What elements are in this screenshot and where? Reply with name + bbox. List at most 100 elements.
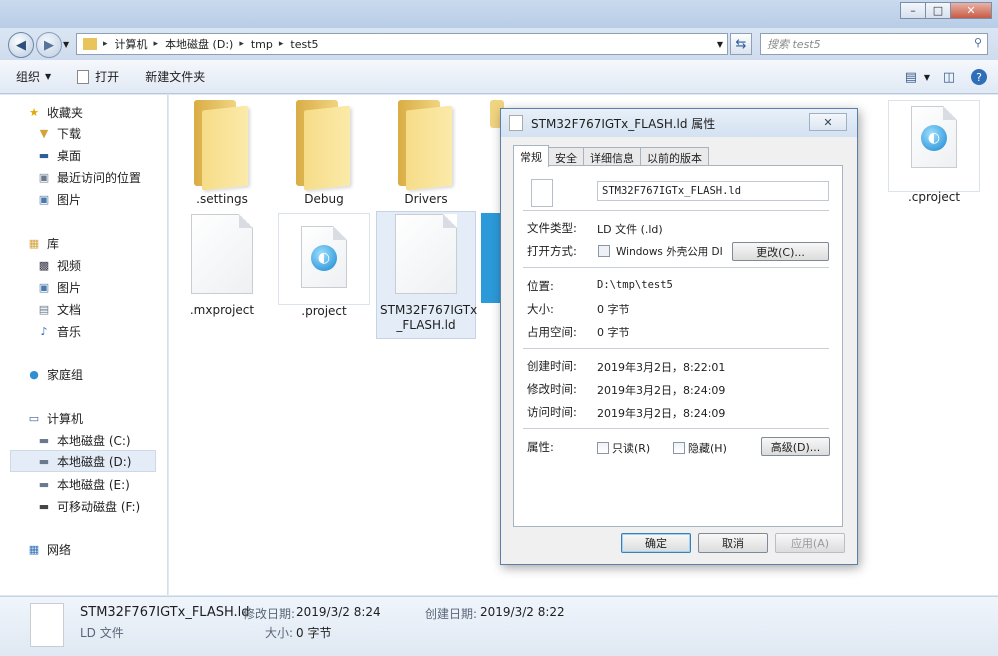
file-label: .project [301,304,347,318]
open-button[interactable]: 打开 [67,65,129,89]
divider [523,428,829,429]
ok-button[interactable]: 确定 [621,533,691,553]
folder-icon [396,100,456,191]
cancel-label: 取消 [722,537,744,550]
folder-icon [83,38,97,50]
nav-label: 文档 [57,302,82,317]
nav-label: 音乐 [57,324,82,339]
address-row: ◀ ▶ ▼ ▸ 计算机 ▸ 本地磁盘 (D:) ▸ tmp ▸ test5 ▼ ⇆ 搜索… [0,28,998,60]
file-mxproject[interactable]: .mxproject [176,214,268,318]
apply-button[interactable]: 应用(A) [775,533,845,553]
filename-value: STM32F767IGTx_FLASH.ld [602,185,742,197]
view-dropdown-icon[interactable]: ▼ [924,73,930,82]
help-button[interactable]: ? [968,66,990,88]
nav-drive-c[interactable]: ▬ 本地磁盘 (C:) [36,429,131,451]
nav-music[interactable]: ♪ 音乐 [36,320,81,342]
dialog-tabs: 常规 安全 详细信息 以前的版本 [513,145,709,167]
pictures-icon: ▣ [38,280,50,294]
new-folder-button[interactable]: 新建文件夹 [135,65,215,89]
nav-label: 网络 [47,542,72,557]
file-cproject[interactable]: ◐ .cproject [888,100,980,205]
opens-with-value: Windows 外壳公用 DI [616,246,723,258]
organize-button[interactable]: 组织 ▼ [6,65,61,89]
advanced-button-label: 高级(D)... [770,440,821,454]
nav-drive-d[interactable]: ▬ 本地磁盘 (D:) [10,450,156,472]
nav-downloads[interactable]: ▼ 下载 [36,122,81,144]
file-stm32-ld[interactable]: STM32F767IGTx _FLASH.ld [380,214,477,333]
minimize-button[interactable]: – [900,2,926,19]
eclipse-globe-icon: ◐ [921,125,947,151]
file-icon [509,115,523,131]
desktop-icon: ▬ [38,148,50,162]
accessed-value: 2019年3月2日，8:24:09 [597,407,726,420]
refresh-button[interactable]: ⇆ [730,33,752,55]
modified-value: 2019年3月2日，8:24:09 [597,384,726,397]
nav-pictures-fav[interactable]: ▣ 图片 [36,188,81,210]
breadcrumb-tmp[interactable]: ▸ tmp [239,38,273,51]
downloads-icon: ▼ [39,126,49,140]
nav-label: 库 [47,236,60,251]
search-placeholder: 搜索 test5 [767,38,821,51]
breadcrumb-drive-d[interactable]: ▸ 本地磁盘 (D:) [154,36,234,52]
folder-icon [294,100,354,191]
breadcrumb-separator-icon: ▸ [278,39,284,49]
forward-button[interactable]: ▶ [36,32,62,58]
nav-desktop[interactable]: ▬ 桌面 [36,144,81,166]
address-bar[interactable]: ▸ 计算机 ▸ 本地磁盘 (D:) ▸ tmp ▸ test5 ▼ [76,33,728,55]
breadcrumb-label: 计算机 [114,38,148,51]
nav-favorites[interactable]: ★ 收藏夹 [26,101,83,123]
readonly-checkbox[interactable]: 只读(R) [597,440,650,456]
filename-field[interactable]: STM32F767IGTx_FLASH.ld [597,181,829,201]
tab-previous-versions[interactable]: 以前的版本 [640,147,709,167]
breadcrumb-computer[interactable]: ▸ 计算机 [103,36,148,52]
advanced-button[interactable]: 高级(D)... [761,437,830,456]
nav-pictures[interactable]: ▣ 图片 [36,276,81,298]
file-type-icon [531,179,553,207]
attributes-label: 属性: [527,440,554,454]
size-on-disk-value: 0 字节 [597,326,630,339]
back-button[interactable]: ◀ [8,32,34,58]
search-icon: ⚲ [973,36,982,49]
details-created-label: 创建日期: [425,607,478,621]
preview-pane-button[interactable]: ◫ [938,66,960,88]
app-icon [598,245,610,257]
nav-label: 图片 [57,280,82,295]
folder-debug[interactable]: Debug [278,100,370,207]
network-icon: ▦ [28,542,40,556]
nav-network[interactable]: ▦ 网络 [26,538,71,560]
checkbox-box [597,442,609,454]
search-input[interactable]: 搜索 test5 ⚲ [760,33,988,55]
close-button[interactable]: ✕ [950,2,992,19]
nav-drive-f[interactable]: ▬ 可移动磁盘 (F:) [36,495,140,517]
nav-libraries[interactable]: ▦ 库 [26,232,59,254]
dialog-close-button[interactable]: ✕ [809,113,847,131]
change-button[interactable]: 更改(C)... [732,242,829,261]
nav-drive-e[interactable]: ▬ 本地磁盘 (E:) [36,473,130,495]
breadcrumb-test5[interactable]: ▸ test5 [279,38,319,51]
details-modified-label: 修改日期: [243,607,296,621]
address-history-dropdown-icon[interactable]: ▼ [717,40,723,49]
title-bar: – □ ✕ [0,0,998,28]
folder-settings[interactable]: .settings [176,100,268,207]
tab-security[interactable]: 安全 [548,147,584,167]
change-view-button[interactable]: ▤ [900,66,922,88]
file-label: Drivers [404,192,448,206]
videos-icon: ▩ [38,258,50,272]
tab-details[interactable]: 详细信息 [583,147,641,167]
nav-label: 家庭组 [47,367,84,382]
nav-label: 收藏夹 [47,105,84,120]
maximize-button[interactable]: □ [925,2,951,19]
nav-recent[interactable]: ▣ 最近访问的位置 [36,166,141,188]
hidden-checkbox[interactable]: 隐藏(H) [673,440,727,456]
nav-videos[interactable]: ▩ 视频 [36,254,81,276]
nav-homegroup[interactable]: ● 家庭组 [26,363,83,385]
eclipse-globe-icon: ◐ [311,245,337,271]
tab-general[interactable]: 常规 [513,145,549,167]
file-project[interactable]: ◐ .project [278,214,370,319]
folder-drivers[interactable]: Drivers [380,100,472,207]
view-icon: ▤ [904,69,917,85]
nav-computer[interactable]: ▭ 计算机 [26,407,83,429]
nav-documents[interactable]: ▤ 文档 [36,298,81,320]
cancel-button[interactable]: 取消 [698,533,768,553]
recent-pages-dropdown-icon[interactable]: ▼ [63,40,69,49]
